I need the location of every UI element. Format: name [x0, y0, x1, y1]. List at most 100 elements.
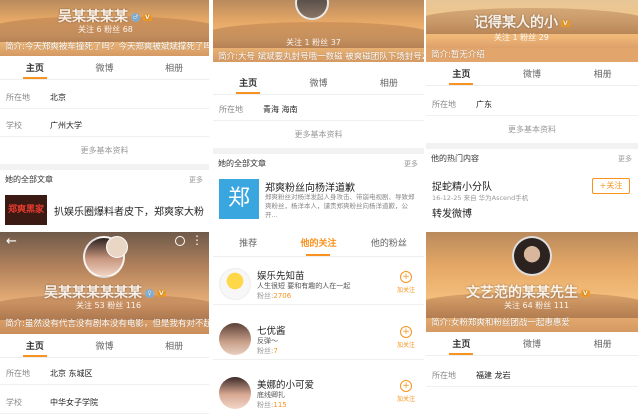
- vip-badge: V: [581, 289, 590, 297]
- info-value: 福建 龙岩: [476, 371, 511, 380]
- follow-button[interactable]: +关注: [592, 178, 630, 194]
- tab-recommended[interactable]: 推荐: [213, 233, 283, 256]
- add-follow-button[interactable]: + 加关注: [394, 326, 418, 349]
- hot-post[interactable]: 捉蛇精小分队 16-12-25 来自 华为Ascend手机 转发微博 +关注: [426, 172, 638, 222]
- list-item[interactable]: 七优酱 反弹～ 粉丝:7 + 加关注: [213, 318, 424, 360]
- profile-panel-2: 关注 1 粉丝 37 简介:大号 斌斌要丸封号哦一数磁 被爽磁团队下场封号2次,…: [213, 0, 424, 415]
- user-fans: 粉丝:115: [257, 401, 287, 409]
- back-arrow-icon[interactable]: ←: [6, 234, 17, 249]
- search-icon[interactable]: [175, 236, 185, 246]
- tab-weibo[interactable]: 微博: [70, 58, 140, 79]
- profile-header: ← ⋮ 吴某某某某某某 ♀ V 关注 53 粉丝 116 简介:虽然没有代言没有剧本…: [0, 232, 209, 334]
- article-item[interactable]: 郑 郑爽粉丝向杨洋道歉 郑爽粉丝对杨洋发起人身攻击、带崩电视剧、导致郑爽粉丝，杨…: [213, 176, 424, 228]
- post-meta: 16-12-25 来自 华为Ascend手机: [432, 194, 529, 202]
- tab-home[interactable]: 主页: [426, 334, 497, 355]
- section-more-link[interactable]: 更多: [189, 171, 203, 189]
- article-title: 郑爽粉丝向杨洋道歉: [265, 183, 355, 194]
- section-title: 她的全部文章: [5, 175, 53, 184]
- profile-intro: 简介:今天郑爽被车撞死了吗？今天郑爽被斌斌撑死了吗？: [5, 42, 209, 52]
- tab-album[interactable]: 相册: [354, 73, 424, 94]
- user-name[interactable]: 娱乐先知苗: [257, 268, 305, 282]
- profile-stats: 关注 64 粉丝 111: [504, 301, 570, 310]
- info-row-school: 学校 广州大学: [0, 115, 209, 137]
- avatar[interactable]: [512, 236, 552, 276]
- article-desc: 郑爽粉丝对杨洋发起人身攻击、带崩电视剧、导致郑爽粉丝，杨洋本人，谴责郑爽粉丝向杨…: [265, 193, 415, 219]
- post-user[interactable]: 捉蛇精小分队: [432, 178, 492, 193]
- profile-tabs: 主页 微博 相册: [0, 58, 209, 80]
- info-value: 中华女子学院: [50, 398, 98, 407]
- profile-tabs: 主页 微博 相册: [213, 73, 424, 95]
- tab-home[interactable]: 主页: [213, 73, 283, 94]
- profile-nickname: 吴某某某某某某 ♀ V: [44, 285, 166, 301]
- profile-panel-4: ← ⋮ 吴某某某某某某 ♀ V 关注 53 粉丝 116 简介:虽然没有代言没有剧本…: [0, 232, 209, 415]
- tab-fans[interactable]: 他的粉丝: [354, 233, 424, 256]
- list-tabs: 推荐 他的关注 他的粉丝: [213, 233, 424, 257]
- avatar[interactable]: [219, 323, 251, 355]
- user-name[interactable]: 七优酱: [257, 323, 286, 337]
- article-logo: 郑: [219, 179, 259, 219]
- article-title: 扒娱乐圈爆料者皮下，郑爽家大粉: [54, 207, 204, 218]
- tab-weibo[interactable]: 微博: [497, 64, 568, 85]
- info-label: 所在地: [432, 100, 456, 109]
- info-value: 青海 海南: [263, 105, 298, 114]
- tab-following[interactable]: 他的关注: [283, 233, 353, 256]
- tab-weibo[interactable]: 微博: [497, 334, 568, 355]
- info-row-location: 所在地 北京 东城区: [0, 363, 209, 385]
- add-user-icon: +: [400, 271, 412, 283]
- profile-nickname: 文艺范的某某先生 V: [466, 285, 590, 301]
- info-row-location: 所在地 北京: [0, 87, 209, 109]
- divider: [0, 164, 209, 170]
- profile-tabs: 主页 微博 相册: [0, 336, 209, 358]
- info-value: 广东: [476, 100, 492, 109]
- gender-icon: ♀: [145, 288, 154, 298]
- user-desc: 人生很短 要和有趣的人在一起: [257, 282, 351, 290]
- info-label: 所在地: [219, 105, 243, 114]
- more-info-link[interactable]: 更多基本资料: [0, 142, 209, 160]
- avatar[interactable]: [295, 0, 329, 20]
- avatar-secondary: [106, 236, 128, 258]
- article-thumbnail: 郑爽黑家: [5, 195, 47, 225]
- section-title: 他的热门内容: [431, 154, 479, 163]
- section-header: 他的热门内容 更多: [426, 150, 638, 168]
- profile-intro: 简介:暂无介绍: [426, 48, 638, 62]
- section-more-link[interactable]: 更多: [404, 155, 418, 173]
- user-name[interactable]: 美娜的小可爱: [257, 377, 314, 391]
- divider: [426, 143, 638, 149]
- more-info-link[interactable]: 更多基本资料: [426, 121, 638, 139]
- tab-album[interactable]: 相册: [139, 58, 209, 79]
- list-item[interactable]: 美娜的小可爱 底线卿扎 粉丝:115 + 加关注: [213, 372, 424, 414]
- tab-album[interactable]: 相册: [139, 336, 209, 357]
- avatar[interactable]: [219, 268, 251, 300]
- add-follow-button[interactable]: + 加关注: [394, 380, 418, 403]
- profile-header: 吴某某某某 ♂ V 关注 6 粉丝 68 简介:今天郑爽被车撞死了吗？今天郑爽被斌斌…: [0, 0, 209, 56]
- avatar[interactable]: [219, 377, 251, 409]
- vip-badge: V: [157, 289, 166, 297]
- tab-album[interactable]: 相册: [567, 64, 638, 85]
- info-row-location: 所在地 福建 龙岩: [426, 365, 638, 387]
- profile-intro: 简介:虽然没有代言没有剧本没有电影，但是我有对不起的热搜，: [5, 319, 209, 329]
- info-label: 所在地: [6, 369, 30, 378]
- profile-intro: 简介:女粉郑爽和粉丝团战一起惠惠爱: [431, 318, 570, 328]
- divider: [213, 148, 424, 154]
- tab-home[interactable]: 主页: [0, 336, 70, 357]
- profile-stats: 关注 1 粉丝 29: [494, 33, 549, 42]
- tab-weibo[interactable]: 微博: [283, 73, 353, 94]
- tab-home[interactable]: 主页: [426, 64, 497, 85]
- info-label: 学校: [6, 121, 22, 130]
- tab-album[interactable]: 相册: [567, 334, 638, 355]
- add-user-icon: +: [400, 326, 412, 338]
- profile-stats: 关注 1 粉丝 37: [286, 38, 341, 47]
- more-icon[interactable]: ⋮: [191, 233, 203, 247]
- info-label: 学校: [6, 398, 22, 407]
- tab-weibo[interactable]: 微博: [70, 336, 140, 357]
- user-desc: 底线卿扎: [257, 391, 285, 399]
- profile-panel-5: 文艺范的某某先生 V 关注 64 粉丝 111 简介:女粉郑爽和粉丝团战一起惠惠爱…: [426, 232, 638, 415]
- list-item[interactable]: 娱乐先知苗 人生很短 要和有趣的人在一起 粉丝:2706 + 加关注: [213, 263, 424, 305]
- info-row-school: 学校 中华女子学院: [0, 392, 209, 414]
- article-item[interactable]: 郑爽黑家 扒娱乐圈爆料者皮下，郑爽家大粉: [0, 192, 209, 228]
- section-more-link[interactable]: 更多: [618, 150, 632, 168]
- add-follow-button[interactable]: + 加关注: [394, 271, 418, 294]
- user-fans: 粉丝:2706: [257, 292, 292, 300]
- tab-home[interactable]: 主页: [0, 58, 70, 79]
- more-info-link[interactable]: 更多基本资料: [213, 126, 424, 144]
